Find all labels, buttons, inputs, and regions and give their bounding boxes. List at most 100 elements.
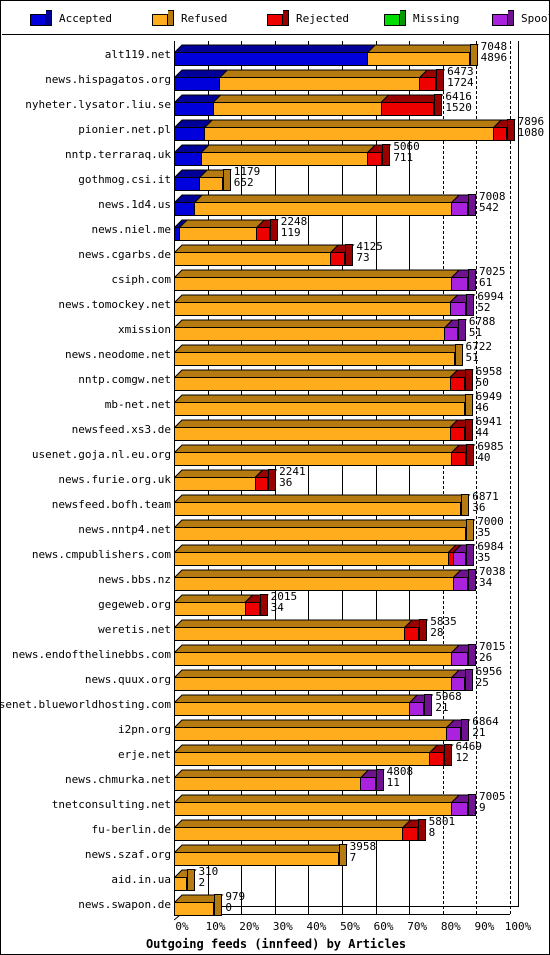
bar-row[interactable]: usenet.goja.nl.eu.org 6985 40 [2, 441, 549, 466]
bar-row[interactable]: news.chmurka.net 4808 11 [2, 766, 549, 791]
bar-front-faces [174, 452, 467, 466]
bar-segment-spooled [451, 277, 468, 291]
bar-right-face [268, 469, 277, 491]
bar-front-faces [174, 302, 467, 316]
bar-row[interactable]: news.bbs.nz 7038 34 [2, 566, 549, 591]
bar-row[interactable]: fu-berlin.de 5801 8 [2, 816, 549, 841]
bar-row[interactable]: news.nntp4.net 7000 35 [2, 516, 549, 541]
bar-row[interactable]: aid.in.ua 310 2 [2, 866, 549, 891]
bar-row[interactable]: newsfeed.bofh.team 6871 36 [2, 491, 549, 516]
bar-right-face [269, 219, 278, 241]
bar-secondary-value: 35 [477, 551, 491, 564]
chart-container: Accepted Refused Rejected Missing Spooled al… [0, 0, 550, 955]
bar-right-face [457, 319, 466, 341]
bar-row[interactable]: csiph.com 7025 61 [2, 266, 549, 291]
bar-row[interactable]: gegeweb.org 2015 34 [2, 591, 549, 616]
bar-value-labels: 6722 51 [466, 341, 493, 363]
bar-row-label: usenet.blueworldhosting.com [0, 698, 171, 711]
bar-right-face [461, 494, 470, 516]
bar-row[interactable]: news.cgarbs.de 4125 73 [2, 241, 549, 266]
bar-segment-refused [367, 52, 470, 66]
bar-value-labels: 3958 7 [350, 841, 377, 863]
bar-row-label: news.bbs.nz [98, 573, 171, 586]
bar-row[interactable]: news.furie.org.uk 2241 36 [2, 466, 549, 491]
bar-segment-refused [174, 902, 215, 916]
bar-row-label: newsfeed.xs3.de [71, 423, 171, 436]
bar-right-face [461, 719, 470, 741]
bar-row[interactable]: news.endofthelinebbs.com 7015 26 [2, 641, 549, 666]
bar-segment-rejected [256, 227, 270, 241]
legend-item-accepted: Accepted [20, 2, 112, 34]
bar-row[interactable]: tnetconsulting.net 7005 9 [2, 791, 549, 816]
x-tick-label: 50% [340, 920, 360, 933]
bar-value-labels: 7015 26 [479, 641, 506, 663]
bar-secondary-value: 21 [435, 701, 449, 714]
bar-row[interactable]: weretis.net 5835 28 [2, 616, 549, 641]
legend-label: Spooled [521, 11, 549, 25]
bar-row[interactable]: mb-net.net 6949 46 [2, 391, 549, 416]
bar-segment-rejected [449, 377, 465, 391]
bar-value-labels: 979 0 [225, 891, 245, 913]
bar-right-face [464, 669, 473, 691]
bar-segment-refused [174, 677, 452, 691]
bar-row[interactable]: nyheter.lysator.liu.se 6416 1520 [2, 91, 549, 116]
bar-segment-refused [174, 377, 450, 391]
bar-row-label: news.endofthelinebbs.com [12, 648, 171, 661]
bar-front-faces [174, 252, 346, 266]
bar-row-label: erje.net [118, 748, 171, 761]
bar-row[interactable]: news.szaf.org 3958 7 [2, 841, 549, 866]
bar-right-face [375, 769, 384, 791]
legend-label: Rejected [296, 11, 349, 25]
bar-secondary-value: 51 [465, 351, 479, 364]
x-tick-label: 20% [239, 920, 260, 933]
bar-secondary-value: 46 [475, 401, 489, 414]
bar-segment-rejected [380, 102, 435, 116]
bar-right-face [454, 344, 463, 366]
bar-value-labels: 6956 25 [476, 666, 503, 688]
bar-front-faces [174, 677, 465, 691]
bar-row-label: xmission [118, 323, 171, 336]
bar-row[interactable]: news.quux.org 6956 25 [2, 666, 549, 691]
bar-front-faces [174, 352, 455, 366]
bar-row[interactable]: nntp.comgw.net 6958 50 [2, 366, 549, 391]
bar-secondary-value: 28 [430, 626, 444, 639]
bar-front-faces [174, 777, 376, 791]
bar-row[interactable]: news.hispagatos.org 6473 1724 [2, 66, 549, 91]
bar-front-faces [174, 77, 437, 91]
bar-front-faces [174, 852, 339, 866]
bar-front-faces [174, 502, 462, 516]
bar-segment-refused [174, 327, 445, 341]
bar-row[interactable]: alt119.net 7048 4896 [2, 41, 549, 66]
bar-front-faces [174, 327, 458, 341]
legend-item-refused: Refused [142, 2, 227, 34]
bar-row-label: csiph.com [111, 273, 171, 286]
bar-row[interactable]: news.neodome.net 6722 51 [2, 341, 549, 366]
bar-segment-refused [179, 227, 257, 241]
bar-row[interactable]: xmission 6788 51 [2, 316, 549, 341]
bar-segment-refused [174, 702, 410, 716]
bar-value-labels: 4808 11 [387, 766, 414, 788]
bar-segment-refused [204, 127, 494, 141]
bar-front-faces [174, 202, 468, 216]
bar-row[interactable]: news.1d4.us 7008 542 [2, 191, 549, 216]
bar-front-faces [174, 102, 435, 116]
bar-row[interactable]: nntp.terraraq.uk 5060 711 [2, 141, 549, 166]
bar-row[interactable]: news.tomockey.net 6994 52 [2, 291, 549, 316]
x-tick-label: 70% [407, 920, 428, 933]
bar-row[interactable]: erje.net 6469 12 [2, 741, 549, 766]
bar-segment-refused [174, 452, 452, 466]
x-tick-label: 10% [205, 920, 226, 933]
bar-row[interactable]: gothmog.csi.it 1179 652 [2, 166, 549, 191]
bar-right-face [466, 519, 475, 541]
bar-row[interactable]: news.swapon.de 979 0 [2, 891, 549, 916]
bar-row[interactable]: i2pn.org 6864 21 [2, 716, 549, 741]
bar-value-labels: 5968 21 [435, 691, 462, 713]
bar-row[interactable]: news.niel.me 2248 119 [2, 216, 549, 241]
bar-row[interactable]: pionier.net.pl 7896 1080 [2, 116, 549, 141]
bar-row-label: tnetconsulting.net [51, 798, 171, 811]
bar-value-labels: 1179 652 [234, 166, 261, 188]
bar-row[interactable]: newsfeed.xs3.de 6941 44 [2, 416, 549, 441]
bar-row[interactable]: news.cmpublishers.com 6984 35 [2, 541, 549, 566]
bar-row[interactable]: usenet.blueworldhosting.com 5968 21 [0, 691, 549, 716]
bar-row-label: news.furie.org.uk [58, 473, 171, 486]
